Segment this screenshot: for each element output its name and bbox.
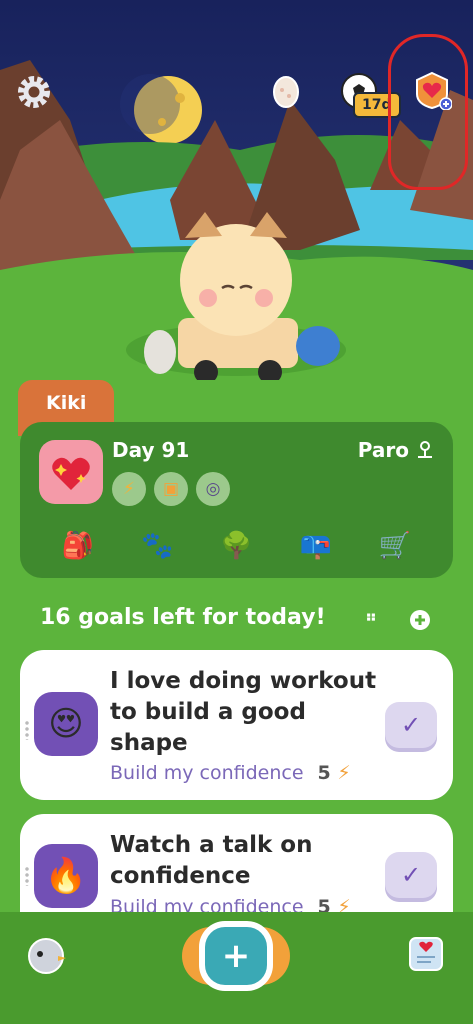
bird-icon bbox=[28, 938, 66, 974]
character-name: Kiki bbox=[46, 392, 87, 414]
journal-button[interactable] bbox=[406, 934, 446, 974]
tree-button[interactable]: 🌳 bbox=[217, 526, 257, 566]
beads-badge[interactable]: ◎ bbox=[196, 472, 230, 506]
pet-name-link[interactable]: Paro bbox=[358, 438, 435, 462]
goals-header: 16 goals left for today! bbox=[40, 605, 326, 630]
fire-emoji-icon: 🔥 bbox=[44, 856, 88, 896]
add-goal-small-button[interactable] bbox=[407, 607, 433, 633]
paw-button[interactable]: 🐾 bbox=[137, 526, 177, 566]
location-pin-icon bbox=[418, 441, 432, 458]
menu-icon-row: 🎒 🐾 🌳 📪 🛒 bbox=[40, 526, 433, 566]
lightning-badge[interactable]: ⚡ bbox=[112, 472, 146, 506]
card-badge[interactable]: ▣ bbox=[154, 472, 188, 506]
checkmark-icon: ✓ bbox=[400, 861, 422, 889]
card-icon: ▣ bbox=[162, 479, 180, 499]
drag-handle[interactable] bbox=[24, 720, 30, 740]
pet-name: Paro bbox=[357, 438, 409, 462]
paw-icon: 🐾 bbox=[141, 531, 174, 561]
settings-button[interactable] bbox=[14, 72, 54, 112]
checkmark-icon: ✓ bbox=[400, 711, 422, 739]
goal-meta: Build my confidence 5 ⚡ bbox=[110, 762, 351, 784]
lightning-icon: ⚡ bbox=[123, 479, 135, 499]
backpack-icon: 🎒 bbox=[61, 531, 95, 561]
points-value: 5 bbox=[317, 762, 331, 784]
complete-checkbox[interactable]: ✓ bbox=[385, 852, 437, 898]
plus-circle-icon bbox=[410, 610, 430, 630]
lightning-icon: ⚡ bbox=[337, 762, 351, 784]
add-goal-button[interactable]: + bbox=[182, 927, 290, 985]
day-counter: Day 91 bbox=[112, 438, 190, 462]
backpack-button[interactable]: 🎒 bbox=[58, 526, 98, 566]
badge-row: ⚡ ▣ ◎ bbox=[112, 472, 230, 506]
complete-checkbox[interactable]: ✓ bbox=[385, 702, 437, 748]
status-card: Day 91 Paro ⚡ ▣ ◎ 🎒 🐾 🌳 📪 🛒 bbox=[20, 422, 453, 578]
tree-icon: 🌳 bbox=[220, 531, 253, 561]
grid-dots-icon: ⠛ bbox=[364, 610, 378, 630]
journal-icon bbox=[409, 937, 443, 971]
gear-icon bbox=[18, 76, 50, 108]
plus-icon: + bbox=[205, 927, 267, 985]
grid-view-button[interactable]: ⠛ bbox=[358, 607, 384, 633]
goal-points: 5 ⚡ bbox=[318, 762, 351, 784]
cart-icon: 🛒 bbox=[378, 531, 412, 561]
bird-friend-button[interactable] bbox=[24, 934, 68, 978]
goal-title: Watch a talk on confidence bbox=[110, 832, 313, 889]
goal-category: Build my confidence bbox=[110, 762, 304, 784]
energy-tile[interactable] bbox=[39, 440, 103, 504]
cart-button[interactable]: 🛒 bbox=[375, 526, 415, 566]
egg-button[interactable] bbox=[270, 70, 302, 110]
goal-avatar: 🔥 bbox=[34, 844, 98, 908]
goal-card[interactable]: 😍 I love doing workout to build a good s… bbox=[20, 650, 453, 800]
heart-eyes-emoji-icon: 😍 bbox=[48, 704, 84, 744]
egg-icon bbox=[273, 76, 299, 108]
annotation-circle bbox=[388, 34, 468, 190]
goal-avatar: 😍 bbox=[34, 692, 98, 756]
sparkle-heart-icon bbox=[52, 457, 90, 490]
mailbox-button[interactable]: 📪 bbox=[296, 526, 336, 566]
mailbox-icon: 📪 bbox=[299, 531, 332, 561]
beads-icon: ◎ bbox=[205, 479, 221, 499]
goal-title: I love doing workout to build a good sha… bbox=[110, 668, 377, 756]
drag-handle[interactable] bbox=[24, 866, 30, 886]
